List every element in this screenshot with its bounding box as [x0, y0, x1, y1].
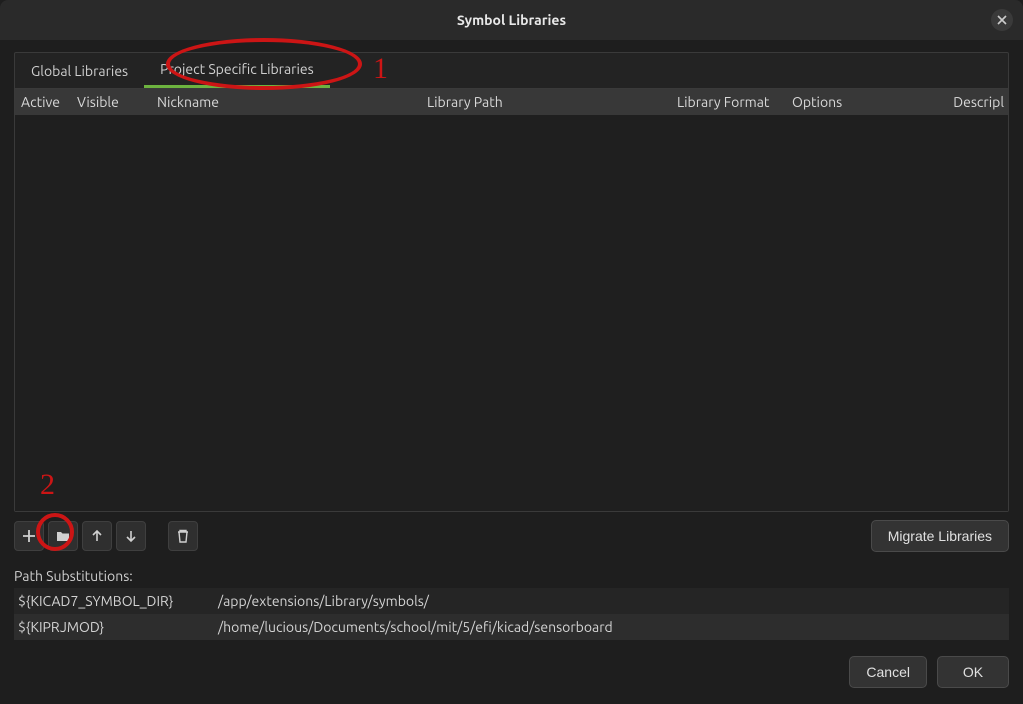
table-body[interactable] — [15, 115, 1008, 511]
col-nickname: Nickname — [151, 94, 421, 110]
close-icon — [997, 15, 1007, 25]
col-description: Descripl — [936, 94, 1008, 110]
toolbar-row: Migrate Libraries — [14, 520, 1009, 552]
path-value: /home/lucious/Documents/school/mit/5/efi… — [214, 619, 1009, 635]
path-row: ${KIPRJMOD} /home/lucious/Documents/scho… — [14, 614, 1009, 640]
browse-button[interactable] — [48, 521, 78, 551]
dialog-content: Global Libraries Project Specific Librar… — [0, 40, 1023, 702]
path-variable: ${KICAD7_SYMBOL_DIR} — [14, 593, 214, 609]
close-button[interactable] — [991, 9, 1013, 31]
col-path: Library Path — [421, 94, 671, 110]
folder-icon — [55, 528, 71, 544]
icon-button-group — [14, 521, 198, 551]
delete-button[interactable] — [168, 521, 198, 551]
titlebar: Symbol Libraries — [0, 0, 1023, 40]
path-row: ${KICAD7_SYMBOL_DIR} /app/extensions/Lib… — [14, 588, 1009, 614]
col-active: Active — [15, 94, 71, 110]
tab-label: Project Specific Libraries — [160, 61, 314, 77]
path-value: /app/extensions/Library/symbols/ — [214, 593, 1009, 609]
libraries-panel: Global Libraries Project Specific Librar… — [14, 52, 1009, 512]
path-substitutions-section: Path Substitutions: ${KICAD7_SYMBOL_DIR}… — [14, 568, 1009, 640]
plus-icon — [21, 528, 37, 544]
move-up-button[interactable] — [82, 521, 112, 551]
tab-project-specific-libraries[interactable]: Project Specific Libraries — [144, 53, 330, 88]
path-substitutions-table: ${KICAD7_SYMBOL_DIR} /app/extensions/Lib… — [14, 588, 1009, 640]
arrow-up-icon — [89, 528, 105, 544]
tab-bar: Global Libraries Project Specific Librar… — [15, 53, 1008, 89]
trash-icon — [175, 528, 191, 544]
tab-label: Global Libraries — [31, 63, 128, 79]
col-visible: Visible — [71, 94, 151, 110]
path-variable: ${KIPRJMOD} — [14, 619, 214, 635]
move-down-button[interactable] — [116, 521, 146, 551]
migrate-libraries-button[interactable]: Migrate Libraries — [871, 520, 1009, 552]
window-title: Symbol Libraries — [457, 12, 566, 28]
add-button[interactable] — [14, 521, 44, 551]
cancel-button[interactable]: Cancel — [849, 656, 927, 688]
ok-button[interactable]: OK — [937, 656, 1009, 688]
arrow-down-icon — [123, 528, 139, 544]
path-substitutions-title: Path Substitutions: — [14, 568, 1009, 584]
tab-global-libraries[interactable]: Global Libraries — [15, 53, 144, 88]
col-options: Options — [786, 94, 936, 110]
col-format: Library Format — [671, 94, 786, 110]
table-header: Active Visible Nickname Library Path Lib… — [15, 89, 1008, 115]
dialog-footer: Cancel OK — [14, 656, 1009, 688]
